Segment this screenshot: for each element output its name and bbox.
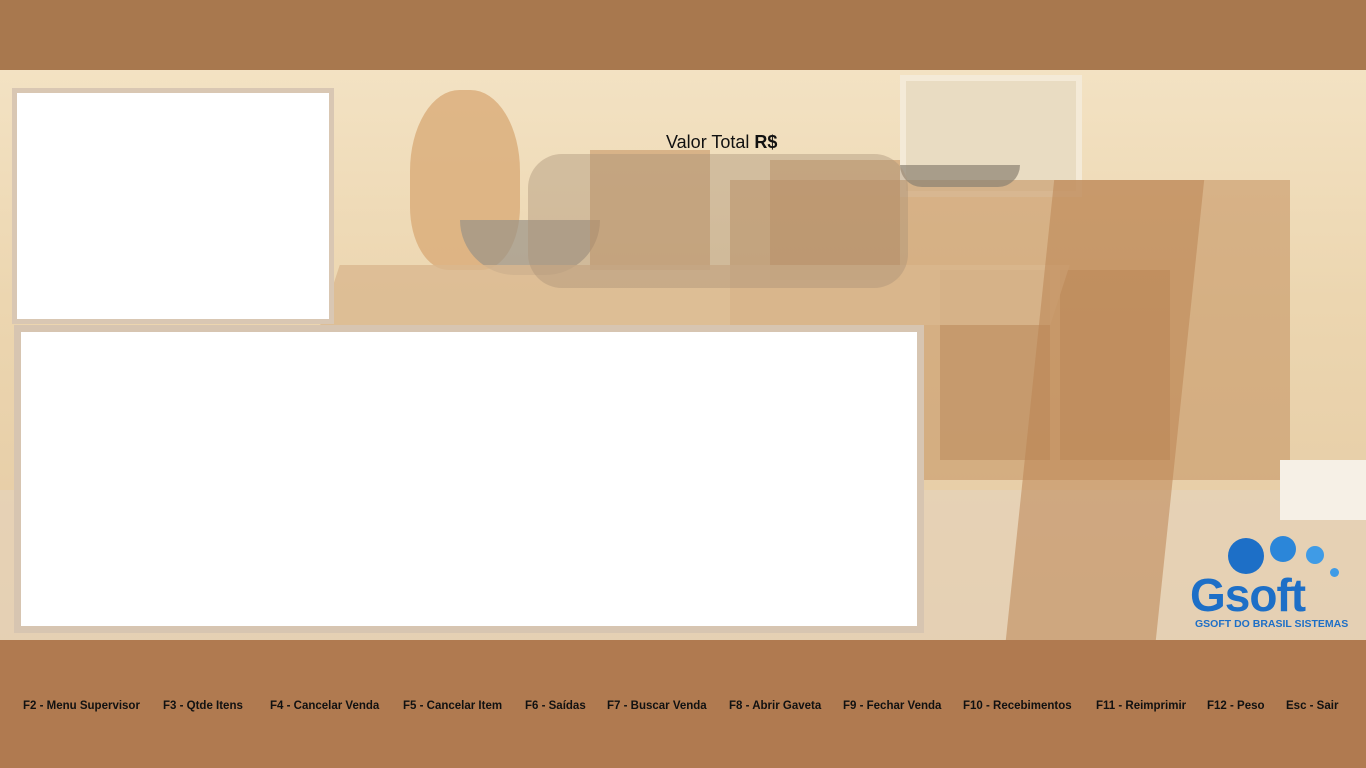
saidas-key[interactable]: F6 - Saídas <box>525 700 586 712</box>
reimprimir-key[interactable]: F11 - Reimprimir <box>1096 700 1186 712</box>
menu-supervisor-key[interactable]: F2 - Menu Supervisor <box>23 700 140 712</box>
function-key-bar: F2 - Menu Supervisor F3 - Qtde Itens F4 … <box>0 700 1366 720</box>
sair-key[interactable]: Esc - Sair <box>1286 700 1338 712</box>
logo-brand: Gsoft <box>1190 569 1306 621</box>
logo-dot-icon <box>1330 568 1339 577</box>
product-image-panel <box>12 88 334 324</box>
fruit-bowl-decor <box>900 165 1020 187</box>
recebimentos-key[interactable]: F10 - Recebimentos <box>963 700 1072 712</box>
sale-items-panel <box>14 325 924 633</box>
cancelar-venda-key[interactable]: F4 - Cancelar Venda <box>270 700 379 712</box>
cancelar-item-key[interactable]: F5 - Cancelar Item <box>403 700 502 712</box>
baseboard-decor <box>1280 460 1366 520</box>
currency-symbol: R$ <box>754 132 778 152</box>
total-label: Valor Total R$ <box>666 132 777 153</box>
logo-subtitle: GSOFT DO BRASIL SISTEMAS <box>1195 618 1349 630</box>
qtde-itens-key[interactable]: F3 - Qtde Itens <box>163 700 243 712</box>
logo-dot-icon <box>1270 536 1296 562</box>
top-bar <box>0 0 1366 78</box>
total-label-text: Valor Total <box>666 132 750 152</box>
total-value-display <box>528 154 908 288</box>
gsoft-logo: Gsoft GSOFT DO BRASIL SISTEMAS <box>1186 534 1351 634</box>
peso-key[interactable]: F12 - Peso <box>1207 700 1265 712</box>
logo-dot-icon <box>1306 546 1324 564</box>
fechar-venda-key[interactable]: F9 - Fechar Venda <box>843 700 941 712</box>
buscar-venda-key[interactable]: F7 - Buscar Venda <box>607 700 707 712</box>
abrir-gaveta-key[interactable]: F8 - Abrir Gaveta <box>729 700 821 712</box>
